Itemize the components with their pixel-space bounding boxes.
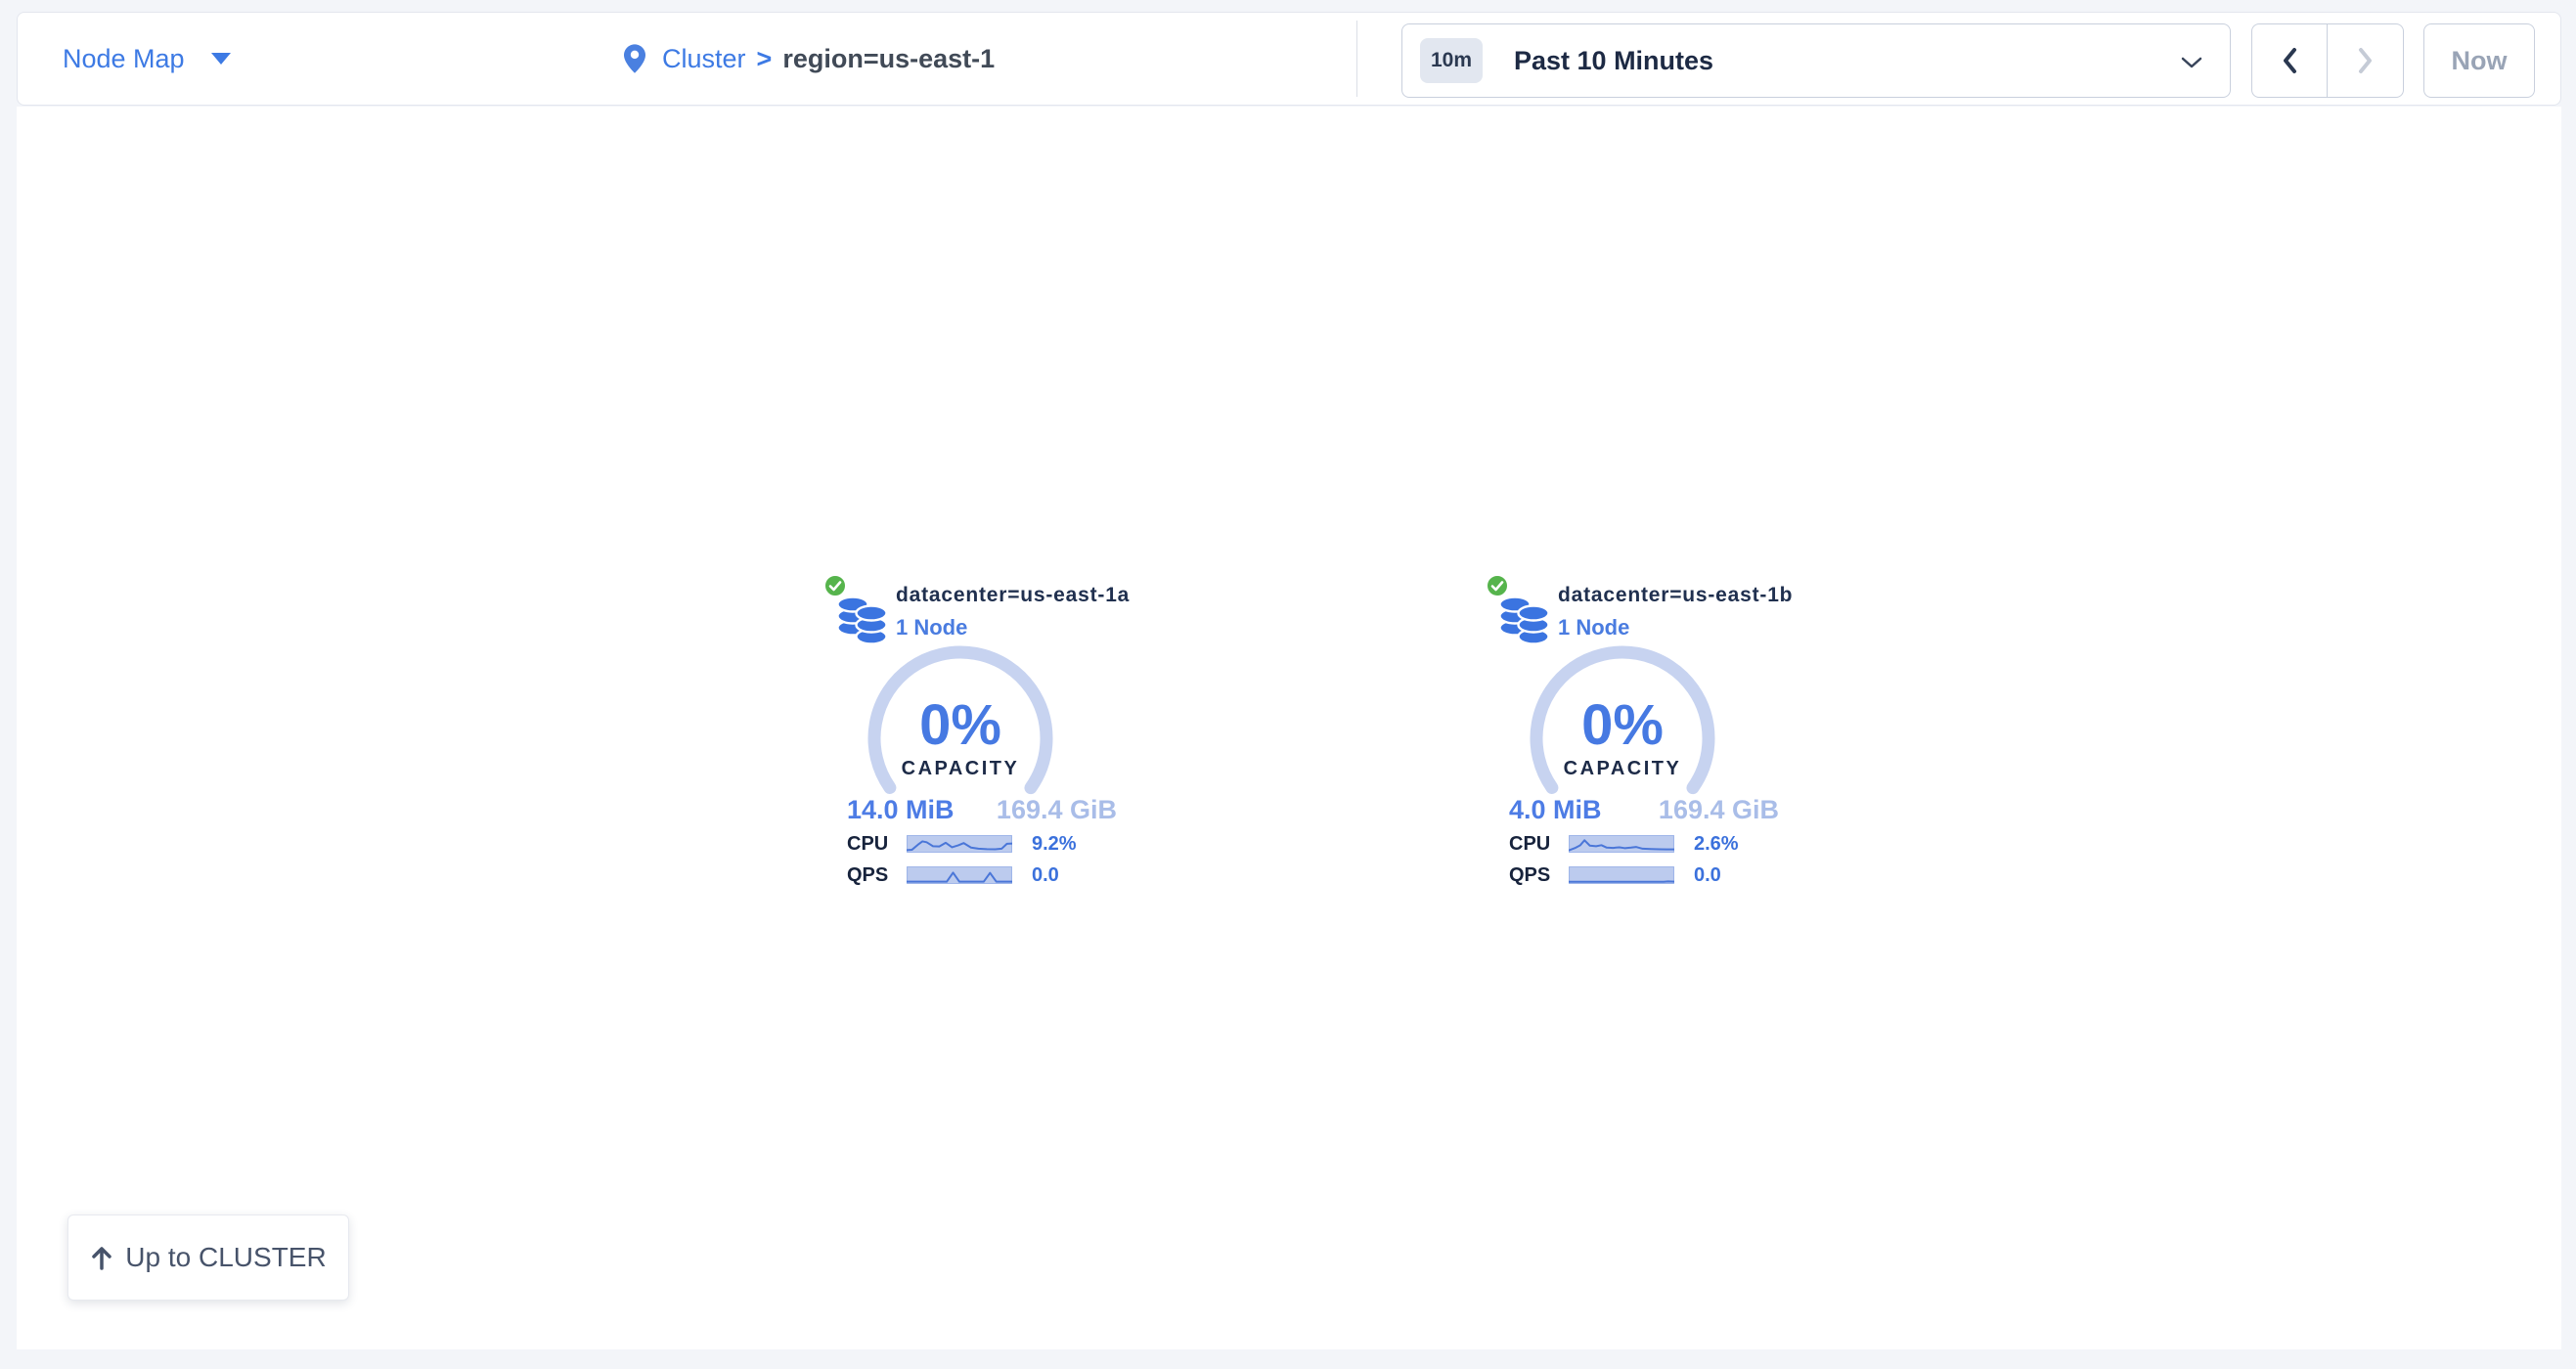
prev-time-button[interactable]: [2252, 24, 2328, 97]
metric-sparkline: [907, 866, 1012, 884]
metric-row: CPU 2.6%: [1509, 832, 1793, 856]
metric-label: QPS: [1509, 864, 1569, 887]
metric-label: CPU: [847, 833, 907, 856]
time-range-label: Past 10 Minutes: [1514, 46, 1713, 76]
up-to-cluster-label: Up to CLUSTER: [125, 1242, 326, 1273]
view-selector-label: Node Map: [63, 44, 185, 74]
header-divider: [1356, 21, 1357, 97]
locality-title: datacenter=us-east-1a: [896, 584, 1130, 607]
gauge-percent: 0%: [1515, 697, 1730, 754]
node-map-canvas: datacenter=us-east-1a 1 Node 0% CAPACITY…: [17, 107, 2561, 1349]
capacity-values: 4.0 MiB 169.4 GiB: [1509, 795, 1779, 825]
capacity-used: 4.0 MiB: [1509, 795, 1602, 825]
chevron-left-icon: [2282, 47, 2297, 74]
time-step-buttons: [2251, 23, 2404, 98]
locality-title: datacenter=us-east-1b: [1558, 584, 1793, 607]
chevron-down-icon: [2181, 56, 2202, 69]
metric-row: CPU 9.2%: [847, 832, 1131, 856]
capacity-used: 14.0 MiB: [847, 795, 955, 825]
breadcrumb-current: region=us-east-1: [782, 44, 995, 74]
metric-sparkline: [1569, 866, 1674, 884]
breadcrumb-separator: >: [757, 44, 773, 74]
top-bar: Node Map Cluster > region=us-east-1 10m …: [17, 12, 2561, 106]
metric-sparkline: [1569, 835, 1674, 853]
metric-row: QPS 0.0: [847, 863, 1131, 887]
metric-value: 0.0: [1032, 864, 1059, 887]
gauge-label: CAPACITY: [1515, 756, 1730, 781]
capacity-total: 169.4 GiB: [997, 795, 1117, 825]
gauge-label: CAPACITY: [853, 756, 1068, 781]
arrow-up-icon: [90, 1244, 113, 1271]
breadcrumb-cluster-link[interactable]: Cluster: [662, 44, 746, 74]
metric-value: 2.6%: [1694, 833, 1739, 856]
now-button[interactable]: Now: [2423, 23, 2535, 98]
metric-value: 9.2%: [1032, 833, 1077, 856]
up-to-cluster-button[interactable]: Up to CLUSTER: [67, 1214, 349, 1301]
breadcrumb: Cluster > region=us-east-1: [624, 13, 995, 105]
chevron-right-icon: [2358, 47, 2374, 74]
metric-label: QPS: [847, 864, 907, 887]
map-pin-icon: [624, 44, 645, 73]
metric-value: 0.0: [1694, 864, 1721, 887]
caret-down-icon: [211, 53, 231, 65]
locality-card[interactable]: datacenter=us-east-1a 1 Node 0% CAPACITY…: [820, 572, 1133, 897]
metric-label: CPU: [1509, 833, 1569, 856]
time-range-badge: 10m: [1420, 38, 1483, 83]
capacity-values: 14.0 MiB 169.4 GiB: [847, 795, 1117, 825]
metric-row: QPS 0.0: [1509, 863, 1793, 887]
locality-card[interactable]: datacenter=us-east-1b 1 Node 0% CAPACITY…: [1482, 572, 1795, 897]
view-selector-dropdown[interactable]: Node Map: [63, 13, 231, 105]
metric-sparkline: [907, 835, 1012, 853]
next-time-button[interactable]: [2328, 24, 2403, 97]
gauge-percent: 0%: [853, 697, 1068, 754]
capacity-total: 169.4 GiB: [1659, 795, 1779, 825]
time-range-dropdown[interactable]: 10m Past 10 Minutes: [1401, 23, 2231, 98]
